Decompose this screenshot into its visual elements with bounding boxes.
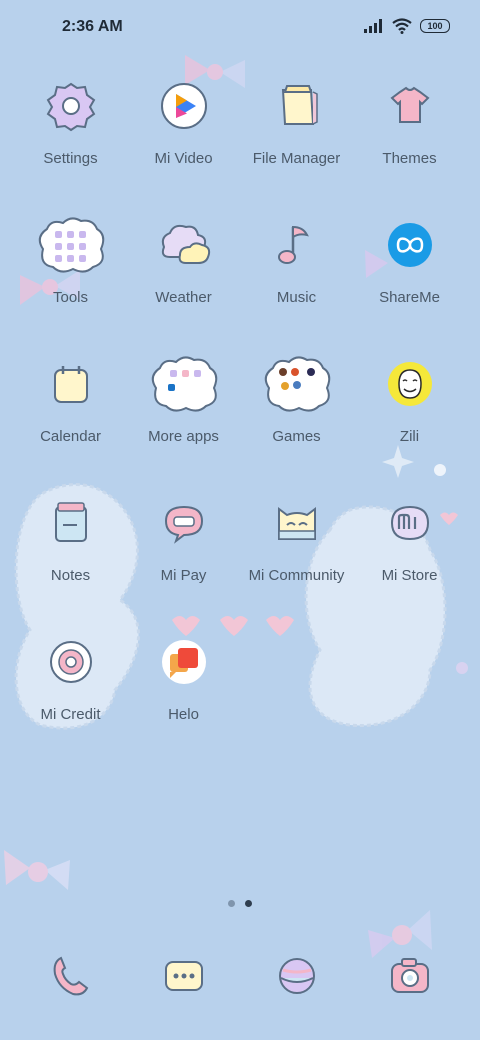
phone-icon bbox=[53, 956, 88, 996]
app-label: Mi Store bbox=[381, 567, 438, 584]
mi-logo-icon bbox=[390, 505, 429, 541]
donut-icon bbox=[49, 641, 92, 683]
chat-bubbles-icon bbox=[161, 640, 206, 684]
folder-icon bbox=[281, 85, 318, 125]
browser-planet-icon bbox=[278, 958, 315, 994]
app-label: Music bbox=[276, 289, 317, 306]
app-label: More apps bbox=[148, 428, 219, 445]
status-bar: 2:36 AM 100 bbox=[0, 0, 480, 56]
wifi-icon bbox=[392, 18, 412, 34]
folder-cloud-icon bbox=[151, 356, 217, 412]
cat-face-icon bbox=[277, 507, 316, 540]
app-label: Mi Community bbox=[248, 567, 345, 584]
music-note-icon bbox=[277, 225, 309, 264]
dock-browser[interactable] bbox=[240, 940, 353, 1020]
app-label: Mi Pay bbox=[160, 567, 207, 584]
page-indicator[interactable] bbox=[228, 900, 252, 907]
app-shareme[interactable]: ShareMe bbox=[353, 209, 466, 329]
app-settings[interactable]: Settings bbox=[14, 70, 127, 190]
app-music[interactable]: Music bbox=[240, 209, 353, 329]
app-mi-store[interactable]: Mi Store bbox=[353, 487, 466, 607]
notes-icon bbox=[54, 502, 87, 542]
app-label: Settings bbox=[43, 150, 98, 167]
app-mi-credit[interactable]: Mi Credit bbox=[14, 626, 127, 746]
app-label: Themes bbox=[382, 150, 437, 167]
infinity-icon bbox=[387, 223, 432, 267]
dock-messaging[interactable] bbox=[127, 940, 240, 1020]
app-mi-pay[interactable]: Mi Pay bbox=[127, 487, 240, 607]
app-label: Zili bbox=[399, 428, 420, 445]
camera-icon bbox=[390, 958, 429, 993]
app-label: Tools bbox=[52, 289, 89, 306]
app-folder-games[interactable]: Games bbox=[240, 348, 353, 468]
app-mi-community[interactable]: Mi Community bbox=[240, 487, 353, 607]
app-notes[interactable]: Notes bbox=[14, 487, 127, 607]
app-helo[interactable]: Helo bbox=[127, 626, 240, 746]
cloud-icon bbox=[161, 224, 210, 264]
app-label: Notes bbox=[50, 567, 91, 584]
app-label: ShareMe bbox=[379, 289, 440, 306]
app-folder-more-apps[interactable]: More apps bbox=[127, 348, 240, 468]
status-icons: 100 bbox=[364, 18, 450, 34]
folder-cloud-icon bbox=[264, 356, 330, 412]
app-themes[interactable]: Themes bbox=[353, 70, 466, 190]
status-time: 2:36 AM bbox=[62, 18, 123, 35]
dock-camera[interactable] bbox=[353, 940, 466, 1020]
app-label: Games bbox=[272, 428, 321, 445]
smiley-face-icon bbox=[387, 362, 432, 406]
app-folder-tools[interactable]: Tools bbox=[14, 209, 127, 329]
dock bbox=[0, 940, 480, 1020]
page-dot[interactable] bbox=[228, 900, 235, 907]
app-file-manager[interactable]: File Manager bbox=[240, 70, 353, 190]
folder-cloud-icon bbox=[38, 217, 104, 273]
message-icon bbox=[164, 961, 203, 991]
app-weather[interactable]: Weather bbox=[127, 209, 240, 329]
app-label: File Manager bbox=[252, 150, 341, 167]
app-label: Calendar bbox=[40, 428, 101, 445]
gear-icon bbox=[46, 82, 95, 132]
app-label: Mi Video bbox=[154, 150, 213, 167]
signal-icon bbox=[364, 19, 382, 33]
calendar-icon bbox=[53, 366, 88, 403]
page-dot-active[interactable] bbox=[245, 900, 252, 907]
app-calendar[interactable]: Calendar bbox=[14, 348, 127, 468]
app-label: Helo bbox=[168, 706, 199, 723]
app-zili[interactable]: Zili bbox=[353, 348, 466, 468]
app-label: Weather bbox=[155, 289, 212, 306]
card-icon bbox=[164, 505, 203, 544]
play-icon bbox=[160, 83, 207, 129]
app-label: Mi Credit bbox=[40, 706, 101, 723]
app-mi-video[interactable]: Mi Video bbox=[127, 70, 240, 190]
battery-icon: 100 bbox=[420, 19, 450, 33]
dock-phone[interactable] bbox=[14, 940, 127, 1020]
shirt-icon bbox=[389, 86, 430, 123]
